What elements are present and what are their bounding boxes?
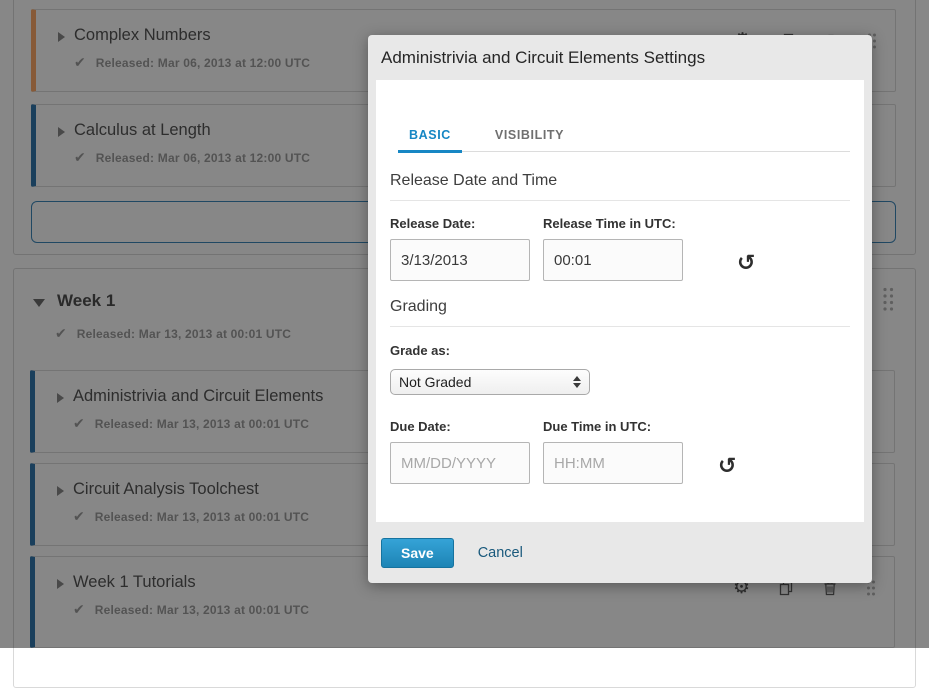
modal-footer: Save Cancel (368, 522, 872, 583)
modal-body: BASIC VISIBILITY Release Date and Time R… (376, 80, 864, 522)
reset-icon[interactable]: ↺ (737, 253, 755, 275)
due-date-input[interactable] (390, 442, 530, 484)
tab-basic[interactable]: BASIC (398, 124, 462, 153)
release-date-label: Release Date: (390, 216, 530, 231)
grade-as-select[interactable]: Not Graded (390, 369, 590, 395)
due-date-label: Due Date: (390, 419, 530, 434)
release-date-input[interactable] (390, 239, 530, 281)
release-time-input[interactable] (543, 239, 683, 281)
release-heading: Release Date and Time (390, 172, 850, 201)
grade-as-label: Grade as: (390, 343, 850, 358)
reset-icon[interactable]: ↺ (718, 456, 736, 478)
grading-heading: Grading (390, 298, 850, 327)
cancel-link[interactable]: Cancel (478, 545, 523, 561)
release-time-label: Release Time in UTC: (543, 216, 683, 231)
select-arrows-icon (573, 376, 581, 388)
due-time-input[interactable] (543, 442, 683, 484)
modal-title: Administrivia and Circuit Elements Setti… (381, 48, 705, 68)
tab-visibility[interactable]: VISIBILITY (484, 124, 575, 151)
settings-tabs: BASIC VISIBILITY (398, 124, 850, 152)
due-time-label: Due Time in UTC: (543, 419, 683, 434)
modal-header: Administrivia and Circuit Elements Setti… (368, 35, 872, 80)
due-row: Due Date: Due Time in UTC: ↺ (390, 419, 850, 484)
release-row: Release Date: Release Time in UTC: ↺ (390, 216, 850, 281)
save-button[interactable]: Save (381, 538, 454, 568)
subsection-settings-modal: Administrivia and Circuit Elements Setti… (368, 35, 872, 583)
